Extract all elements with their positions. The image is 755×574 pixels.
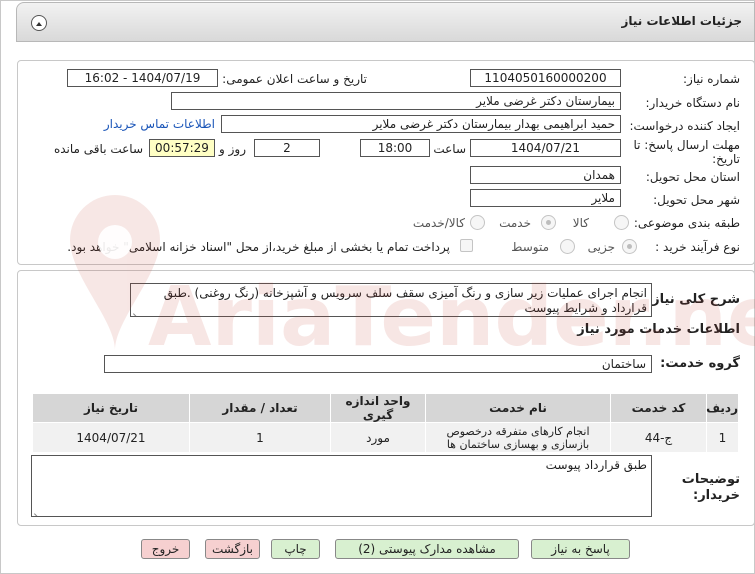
days-field: 2 [254,139,320,157]
buyer-notes-textarea[interactable]: طبق قرارداد پیوست [31,455,652,517]
requester-field: حمید ابراهیمی بهدار بیمارستان دکتر غرضی … [221,115,621,133]
description-textarea[interactable]: انجام اجرای عملیات زیر سازی و رنگ آمیزی … [130,283,652,317]
col-service-code: کد خدمت [610,393,707,423]
col-quantity: تعداد / مقدار [189,393,331,423]
buyer-field: بیمارستان دکتر غرضی ملایر [171,92,621,110]
province-label: استان محل تحویل: [645,170,740,184]
services-heading: اطلاعات خدمات مورد نیاز [577,322,740,337]
col-unit: واحد اندازه گیری [330,393,426,423]
buyer-contact-link[interactable]: اطلاعات تماس خریدار [104,117,215,131]
cell-unit: مورد [330,422,426,453]
need-number-field: 1104050160000200 [470,69,621,87]
purchase-type-option-minor: جزیی [587,240,615,254]
treasury-checkbox[interactable] [460,239,473,252]
purchase-type-option-medium: متوسط [511,240,549,254]
deadline-label-line1: مهلت ارسال پاسخ: تا [633,138,740,152]
print-button[interactable]: چاپ [271,539,320,559]
description-label: شرح کلی نیاز: [646,292,740,307]
category-label: طبقه بندی موضوعی: [633,216,740,230]
cell-service-code: ج-44 [610,422,707,453]
purchase-type-radio-medium[interactable] [560,239,575,254]
buyer-notes-label-line2: خریدار: [693,488,740,503]
service-group-field: ساختمان [104,355,652,373]
purchase-type-radio-minor[interactable] [622,239,637,254]
days-label: روز و [219,142,246,156]
category-radio-goods-service[interactable] [470,215,485,230]
table-row: 1 ج-44 انجام کارهای متفرقه درخصوص بازساز… [32,422,739,453]
requester-label: ایجاد کننده درخواست: [629,119,740,133]
view-attachments-button[interactable]: مشاهده مدارک پیوستی (2) [335,539,519,559]
announce-datetime-label: تاریخ و ساعت اعلان عمومی: [222,72,367,86]
announce-datetime-field: 1404/07/19 - 16:02 [67,69,218,87]
window-title: جزئیات اطلاعات نیاز [621,14,742,28]
category-option-goods-service: کالا/خدمت [412,216,465,230]
exit-button[interactable]: خروج [141,539,190,559]
category-option-goods: کالا [572,216,589,230]
buyer-label: نام دستگاه خریدار: [645,96,741,110]
col-need-date: تاریخ نیاز [32,393,190,423]
treasury-note: پرداخت تمام یا بخشی از مبلغ خرید،از محل … [67,240,450,254]
city-field: ملایر [470,189,621,207]
col-service-name: نام خدمت [425,393,611,423]
category-radio-goods[interactable] [614,215,629,230]
category-radio-service[interactable] [541,215,556,230]
purchase-type-label: نوع فرآیند خرید : [655,240,740,254]
remaining-time-label: ساعت باقی مانده [53,142,143,156]
table-header-row: ردیف کد خدمت نام خدمت واحد اندازه گیری ت… [32,393,739,423]
buyer-notes-label-line1: توضیحات [681,472,740,487]
city-label: شهر محل تحویل: [653,193,740,207]
back-button[interactable]: بازگشت [205,539,260,559]
window-titlebar: جزئیات اطلاعات نیاز [16,2,755,42]
cell-quantity: 1 [189,422,331,453]
reply-button[interactable]: پاسخ به نیاز [531,539,630,559]
services-table: ردیف کد خدمت نام خدمت واحد اندازه گیری ت… [32,393,739,453]
cell-row-number: 1 [706,422,739,453]
need-number-label: شماره نیاز: [683,72,740,86]
resize-grip-icon[interactable] [133,306,141,314]
collapse-arrow-icon[interactable] [31,15,47,31]
need-info-panel [17,60,755,265]
remaining-time-field: 00:57:29 [149,139,215,157]
service-group-label: گروه خدمت: [660,356,740,371]
buyer-notes-text: طبق قرارداد پیوست [545,458,647,472]
col-row-number: ردیف [706,393,739,423]
deadline-date-field: 1404/07/21 [470,139,621,157]
category-option-service: خدمت [499,216,531,230]
resize-grip-icon[interactable] [34,506,42,514]
deadline-time-label: ساعت [433,142,466,156]
description-text: انجام اجرای عملیات زیر سازی و رنگ آمیزی … [163,286,647,315]
deadline-time-field: 18:00 [360,139,430,157]
province-field: همدان [470,166,621,184]
cell-need-date: 1404/07/21 [32,422,190,453]
deadline-label-line2: تاریخ: [712,152,740,166]
cell-service-name: انجام کارهای متفرقه درخصوص بازسازی و بهس… [425,422,611,453]
